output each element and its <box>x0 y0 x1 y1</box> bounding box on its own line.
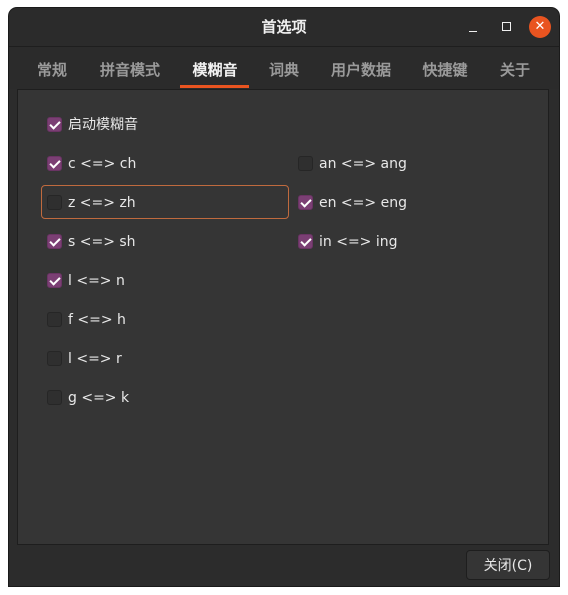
checkbox-unchecked-icon <box>47 195 62 210</box>
minimize-icon <box>469 31 477 32</box>
minimize-button[interactable] <box>462 16 484 38</box>
checkbox-label: in <=> ing <box>319 234 398 250</box>
checkbox-checked-icon <box>47 156 62 171</box>
checkbox-unchecked-icon <box>47 312 62 327</box>
checkbox-label: c <=> ch <box>68 156 137 172</box>
dialog-footer: 关闭(C) <box>9 545 559 586</box>
checkbox-unchecked-icon <box>47 351 62 366</box>
checkbox-label: s <=> sh <box>68 234 136 250</box>
maximize-button[interactable] <box>496 16 518 38</box>
tab-dictionary[interactable]: 词典 <box>267 47 301 89</box>
checkbox-label: en <=> eng <box>319 195 407 211</box>
fuzzy-panel: 启动模糊音 c <=> ch z <=> zh s <=> sh l <=> n… <box>17 89 549 545</box>
checkbox-checked-icon <box>298 234 313 249</box>
checkbox-label: an <=> ang <box>319 156 407 172</box>
checkbox-unchecked-icon <box>47 390 62 405</box>
checkbox-label: z <=> zh <box>68 195 136 211</box>
checkbox-checked-icon <box>298 195 313 210</box>
close-button[interactable]: 关闭(C) <box>466 550 550 580</box>
tab-bar: 常规 拼音模式 模糊音 词典 用户数据 快捷键 关于 <box>9 47 559 89</box>
titlebar: 首选项 ✕ <box>9 8 559 47</box>
tab-shortcuts[interactable]: 快捷键 <box>421 47 469 89</box>
maximize-icon <box>502 22 511 31</box>
checkbox-unchecked-icon <box>298 156 313 171</box>
checkbox-checked-icon <box>47 234 62 249</box>
active-tab-indicator <box>180 85 249 88</box>
close-icon: ✕ <box>534 19 546 34</box>
tab-user-data[interactable]: 用户数据 <box>329 47 393 89</box>
checkbox-checked-icon <box>47 117 62 132</box>
checkbox-checked-icon <box>47 273 62 288</box>
window-close-button[interactable]: ✕ <box>529 16 551 38</box>
checkbox-label: l <=> r <box>68 351 122 367</box>
tab-pinyin-mode[interactable]: 拼音模式 <box>99 47 161 89</box>
preferences-window: 首选项 ✕ 常规 拼音模式 模糊音 词典 用户数据 快捷键 关于 启动模糊音 c… <box>9 8 559 586</box>
checkbox-label: 启动模糊音 <box>68 117 138 133</box>
tab-general[interactable]: 常规 <box>35 47 69 89</box>
checkbox-label: g <=> k <box>68 390 130 406</box>
tab-about[interactable]: 关于 <box>498 47 532 89</box>
tab-fuzzy[interactable]: 模糊音 <box>191 47 239 89</box>
checkbox-label: f <=> h <box>68 312 126 328</box>
checkbox-label: l <=> n <box>68 273 125 289</box>
